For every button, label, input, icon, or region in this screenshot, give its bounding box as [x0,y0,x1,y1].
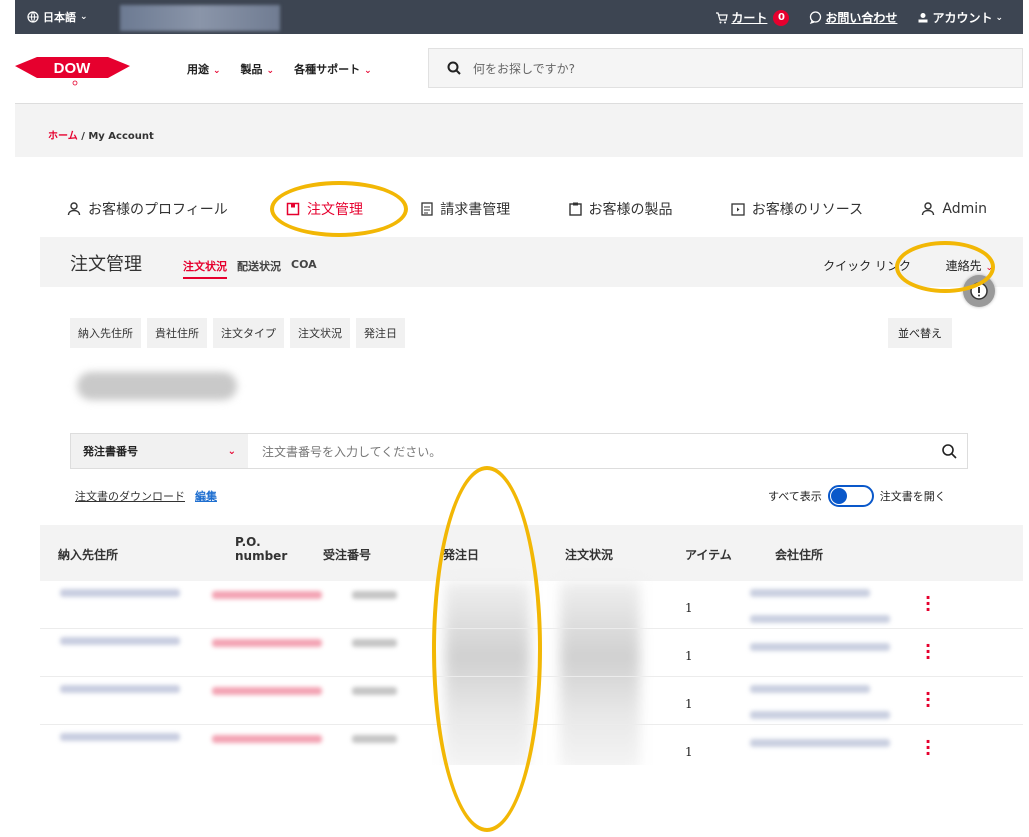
globe-icon [27,11,39,23]
invoice-icon [421,202,433,216]
items-count: 1 [685,745,693,759]
section-title: 注文管理 [70,254,142,275]
open-orders-label: 注文書を開く [879,490,946,503]
items-count: 1 [685,601,693,615]
main-nav: 用途 ⌄ 製品 ⌄ 各種サポート ⌄ [187,61,372,77]
logo-text: DOW [54,60,92,77]
filter-chips: 納入先住所 貴社住所 注文タイプ 注文状況 発注日 [70,318,405,348]
clipboard-icon [568,202,582,216]
user-icon [918,12,928,22]
tab-invoices[interactable]: 請求書管理 [421,199,510,219]
user-icon [67,202,81,216]
language-label: 日本語 [43,11,76,24]
order-number-input[interactable]: 注文書番号を入力してください。 [248,443,931,460]
chevron-down-icon: ⌄ [227,445,236,457]
account-label: アカウント [932,11,993,25]
col-ship-to[interactable]: 納入先住所 [58,546,118,563]
blurred-banner [120,5,280,31]
nav-item-products[interactable]: 製品 ⌄ [241,61,275,77]
tab-products[interactable]: お客様の製品 [568,199,673,219]
sort-button[interactable]: 並べ替え [888,318,952,348]
breadcrumb-home[interactable]: ホーム [48,131,78,142]
utility-bar: 日本語 ⌄ カート 0 お問い合わせ アカウント ⌄ [15,0,1023,34]
cart-label: カート [731,11,768,25]
annotation-ring-order-tab [270,181,408,237]
subtab-shipping-status[interactable]: 配送状況 [237,258,281,279]
filter-ship-to[interactable]: 納入先住所 [70,318,141,348]
chevron-down-icon: ⌄ [364,66,372,76]
search-icon [942,444,957,459]
col-company-address[interactable]: 会社住所 [775,546,823,563]
user-icon [922,202,935,216]
open-orders-toggle[interactable] [827,485,874,507]
cart-link[interactable]: カート 0 [715,9,790,26]
col-sales-order[interactable]: 受注番号 [323,546,371,563]
main-header: DOW 用途 ⌄ 製品 ⌄ 各種サポート ⌄ 何をお探しですか? [15,34,1023,104]
search-icon [447,61,461,75]
breadcrumb: ホーム / My Account [48,131,154,142]
row-menu-icon[interactable]: · · · [925,686,931,714]
language-selector[interactable]: 日本語 ⌄ [27,9,88,25]
chevron-down-icon: ⌄ [995,12,1003,23]
order-search: 発注書番号 ⌄ 注文書番号を入力してください。 [70,433,968,469]
subtab-coa[interactable]: COA [291,258,317,279]
chat-icon [810,11,822,24]
tab-profile[interactable]: お客様のプロフィール [67,199,228,219]
account-tabs: お客様のプロフィール 注文管理 請求書管理 お客様の製品 お客様のリソース Ad… [67,199,987,219]
tab-admin[interactable]: Admin [921,199,987,219]
row-menu-icon[interactable]: · · · [925,734,931,762]
tab-resources[interactable]: お客様のリソース [731,199,863,219]
cart-icon [716,11,729,23]
col-items[interactable]: アイテム [685,546,732,563]
items-count: 1 [685,697,693,711]
annotation-ring-contact [895,241,995,293]
blurred-selection [67,357,267,417]
filter-order-type[interactable]: 注文タイプ [213,318,284,348]
chevron-down-icon: ⌄ [266,66,275,76]
cart-count-badge: 0 [773,9,790,26]
items-count: 1 [685,649,693,663]
annotation-ring-order-date [432,466,542,832]
sub-tabs: 注文状況 配送状況 COA [183,258,317,279]
contact-link[interactable]: お問い合わせ [809,9,897,26]
resource-icon [731,202,745,216]
site-search-input[interactable]: 何をお探しですか? [428,48,1023,88]
show-all-label: すべて表示 [768,490,822,503]
nav-item-applications[interactable]: 用途 ⌄ [187,61,221,77]
download-orders-link[interactable]: 注文書のダウンロード [75,488,185,504]
col-po-number[interactable]: P.O. number [235,535,287,563]
table-actions: 注文書のダウンロード 編集 [75,488,217,504]
search-placeholder: 何をお探しですか? [473,61,576,76]
filter-order-date[interactable]: 発注日 [356,318,405,348]
filter-company-address[interactable]: 貴社住所 [147,318,207,348]
chevron-down-icon: ⌄ [80,12,88,22]
subtab-order-status[interactable]: 注文状況 [183,258,227,279]
account-menu[interactable]: アカウント ⌄ [917,9,1003,26]
view-toggle: すべて表示 注文書を開く [768,485,946,507]
search-type-select[interactable]: 発注書番号 ⌄ [71,434,248,468]
dow-logo[interactable]: DOW [15,54,130,86]
row-menu-icon[interactable]: · · · [925,638,931,666]
contact-label: お問い合わせ [825,11,898,25]
search-submit[interactable] [931,443,967,459]
row-menu-icon[interactable]: · · · [925,590,931,618]
nav-item-support[interactable]: 各種サポート ⌄ [294,61,372,77]
breadcrumb-current: My Account [88,131,154,142]
edit-link[interactable]: 編集 [195,488,217,504]
col-order-status[interactable]: 注文状況 [565,546,613,563]
section-bar: 注文管理 注文状況 配送状況 COA クイック リンク 連絡先 ⌄ [40,237,1023,287]
filter-order-status[interactable]: 注文状況 [290,318,350,348]
chevron-down-icon: ⌄ [213,66,221,76]
